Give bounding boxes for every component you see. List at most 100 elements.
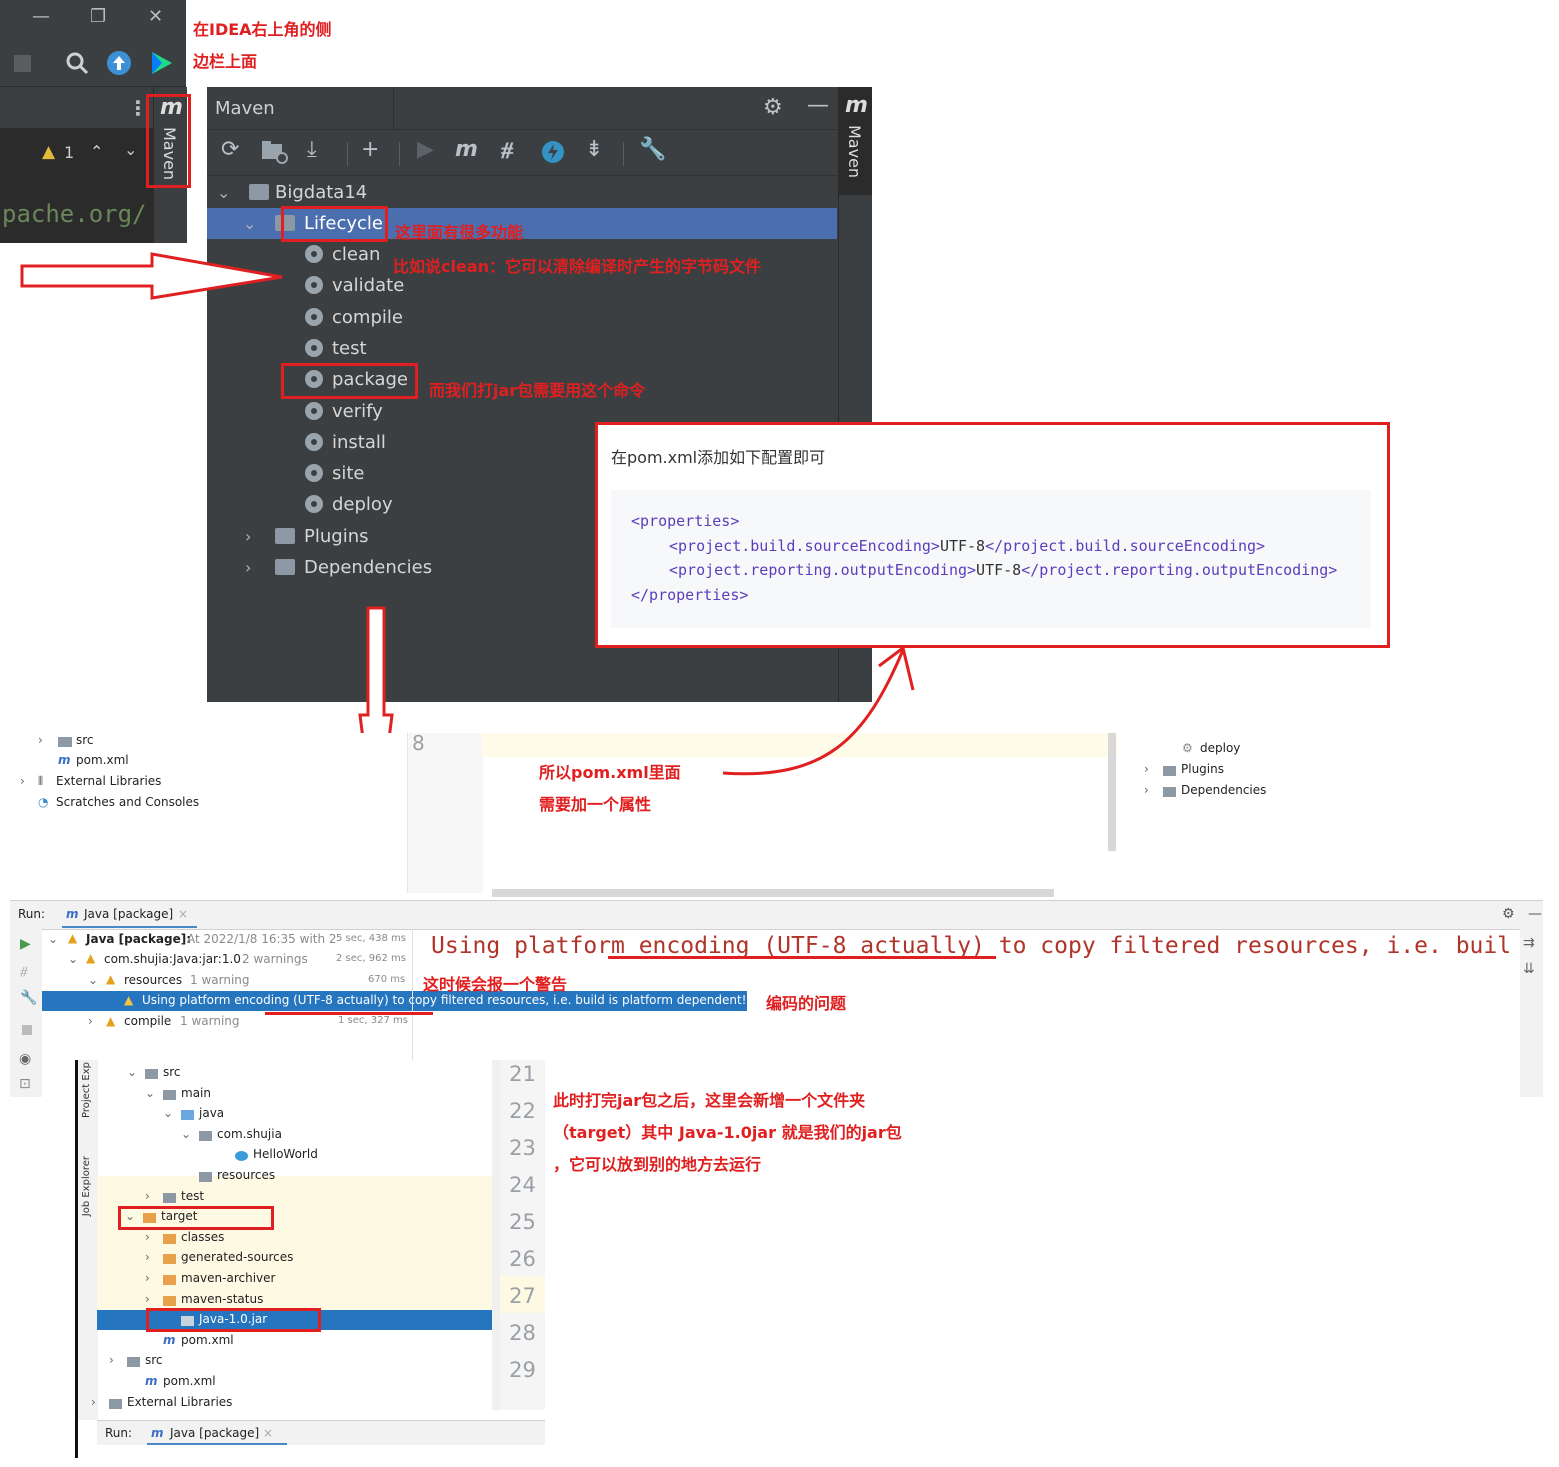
project-item-external-libraries[interactable]: External Libraries: [56, 774, 161, 788]
chevron-right-icon[interactable]: ›: [145, 1230, 150, 1244]
download-icon[interactable]: ⤓: [307, 137, 317, 162]
right-item-deploy[interactable]: deploy: [1200, 741, 1240, 755]
previous-warning-icon[interactable]: ⌃: [90, 142, 103, 161]
chevron-right-icon[interactable]: ›: [38, 733, 43, 747]
settings-wrench-icon[interactable]: 🔧: [639, 137, 666, 162]
project-item-scratches[interactable]: Scratches and Consoles: [56, 795, 199, 809]
chevron-right-icon[interactable]: ›: [145, 1271, 150, 1285]
chevron-down-icon[interactable]: ⌄: [68, 952, 78, 966]
run-icon[interactable]: ▶: [417, 137, 434, 162]
chevron-down-icon[interactable]: ⌄: [217, 177, 230, 208]
chevron-right-icon[interactable]: ›: [1144, 762, 1149, 776]
underline-console: [608, 956, 996, 959]
tree-item[interactable]: pom.xml: [163, 1374, 216, 1388]
tree-item[interactable]: resources: [217, 1168, 275, 1182]
plugin-logo-icon[interactable]: [148, 50, 174, 76]
close-tab-icon[interactable]: ×: [178, 907, 188, 921]
wrench-icon[interactable]: 🔧: [20, 990, 37, 1006]
tree-row-project[interactable]: ⌄ Bigdata14: [207, 177, 837, 208]
run-resources-detail: 1 warning: [190, 973, 250, 987]
stop-icon[interactable]: [22, 1025, 32, 1035]
view-icon[interactable]: ◉: [19, 1051, 31, 1067]
chevron-down-icon[interactable]: ⌄: [127, 1065, 137, 1079]
project-item-src[interactable]: src: [76, 733, 94, 747]
run-module-label[interactable]: com.shujia:Java:jar:1.0: [104, 952, 241, 966]
tree-item[interactable]: maven-status: [181, 1292, 263, 1306]
chevron-down-icon[interactable]: ⌄: [145, 1086, 155, 1100]
camera-icon[interactable]: ⊡: [19, 1076, 31, 1092]
scroll-to-end-icon[interactable]: ⇊: [1523, 961, 1535, 977]
right-item-plugins[interactable]: Plugins: [1181, 762, 1224, 776]
reload-icon[interactable]: ⟳: [221, 137, 239, 162]
tree-item[interactable]: com.shujia: [217, 1127, 282, 1141]
right-item-dependencies[interactable]: Dependencies: [1181, 783, 1266, 797]
chevron-down-icon[interactable]: ⌄: [88, 973, 98, 987]
tree-item[interactable]: src: [145, 1353, 163, 1367]
tree-item[interactable]: classes: [181, 1230, 224, 1244]
tree-item[interactable]: maven-archiver: [181, 1271, 275, 1285]
update-icon[interactable]: [106, 50, 132, 76]
plus-icon[interactable]: +: [361, 137, 379, 162]
run-tab[interactable]: Java [package]: [170, 1426, 259, 1440]
run-tab[interactable]: Java [package]: [84, 907, 173, 921]
next-warning-icon[interactable]: ⌄: [124, 140, 137, 159]
chevron-right-icon[interactable]: ›: [109, 1353, 114, 1367]
search-icon[interactable]: [64, 50, 90, 76]
run-root-label[interactable]: Java [package]:: [86, 932, 191, 946]
rerun-icon[interactable]: ▶: [20, 936, 31, 952]
tree-item[interactable]: java: [199, 1106, 224, 1120]
tree-item[interactable]: main: [181, 1086, 211, 1100]
collapse-icon[interactable]: ⇟: [585, 137, 603, 162]
chevron-down-icon[interactable]: ⌄: [48, 932, 58, 946]
project-explorer-tab[interactable]: Project Exp: [81, 1062, 92, 1118]
chevron-down-icon[interactable]: ⌄: [181, 1127, 191, 1141]
vertical-scrollbar[interactable]: [1108, 733, 1116, 851]
chevron-right-icon[interactable]: ›: [245, 552, 251, 583]
chevron-right-icon[interactable]: ›: [91, 1395, 96, 1409]
chevron-right-icon[interactable]: ›: [145, 1189, 150, 1203]
skip-tests-icon[interactable]: [541, 140, 565, 164]
chevron-down-icon[interactable]: ⌄: [243, 208, 256, 239]
run-resources-label[interactable]: resources: [124, 973, 182, 987]
package-icon: [199, 1130, 212, 1141]
editor-area: ▲ 1 ⌃ ⌄ pache.org/: [0, 128, 153, 243]
maven-goal-icon[interactable]: m: [455, 137, 478, 162]
horizontal-scrollbar[interactable]: [492, 889, 1054, 897]
maven-stripe-active[interactable]: m Maven: [839, 87, 872, 195]
warning-message[interactable]: Using platform encoding (UTF-8 actually)…: [142, 993, 746, 1007]
warning-icon[interactable]: ▲: [42, 142, 55, 162]
hide-panel-icon[interactable]: —: [807, 93, 829, 118]
chevron-right-icon[interactable]: ›: [245, 521, 251, 552]
close-tab-icon[interactable]: ×: [263, 1426, 273, 1440]
tree-item[interactable]: generated-sources: [181, 1250, 293, 1264]
chevron-right-icon[interactable]: ›: [145, 1250, 150, 1264]
tree-item[interactable]: src: [163, 1065, 181, 1079]
tree-item[interactable]: HelloWorld: [253, 1147, 318, 1161]
chevron-right-icon[interactable]: ›: [88, 1014, 93, 1028]
close-icon[interactable]: ✕: [148, 6, 163, 27]
toggle-offline-icon[interactable]: ⧣: [501, 137, 513, 162]
run-compile-label[interactable]: compile: [124, 1014, 171, 1028]
chevron-right-icon[interactable]: ›: [145, 1292, 150, 1306]
tree-item[interactable]: test: [181, 1189, 204, 1203]
chevron-down-icon[interactable]: ⌄: [163, 1106, 173, 1120]
lifecycle-goal-compile[interactable]: compile: [207, 302, 837, 333]
restore-icon[interactable]: ❐: [90, 6, 106, 27]
settings-gear-icon[interactable]: ⚙: [763, 95, 783, 120]
tree-item[interactable]: pom.xml: [181, 1333, 234, 1347]
hide-run-icon[interactable]: —: [1528, 906, 1542, 922]
run-settings-icon[interactable]: ⚙: [1502, 906, 1515, 922]
chevron-right-icon[interactable]: ›: [1144, 783, 1149, 797]
more-options-icon[interactable]: ⋮: [128, 96, 148, 120]
toggle-offline-icon[interactable]: ⧣: [20, 963, 28, 979]
soft-wrap-icon[interactable]: ⇉: [1523, 935, 1535, 951]
job-explorer-tab[interactable]: Job Explorer: [81, 1156, 92, 1216]
stop-icon[interactable]: [14, 55, 31, 72]
chevron-right-icon[interactable]: ›: [20, 774, 25, 788]
add-folder-icon[interactable]: [261, 140, 289, 164]
minimize-icon[interactable]: —: [32, 6, 50, 27]
lifecycle-goal-test[interactable]: test: [207, 333, 837, 364]
project-item-pom[interactable]: pom.xml: [76, 753, 129, 767]
gear-icon: [305, 307, 323, 326]
tree-item[interactable]: External Libraries: [127, 1395, 232, 1409]
